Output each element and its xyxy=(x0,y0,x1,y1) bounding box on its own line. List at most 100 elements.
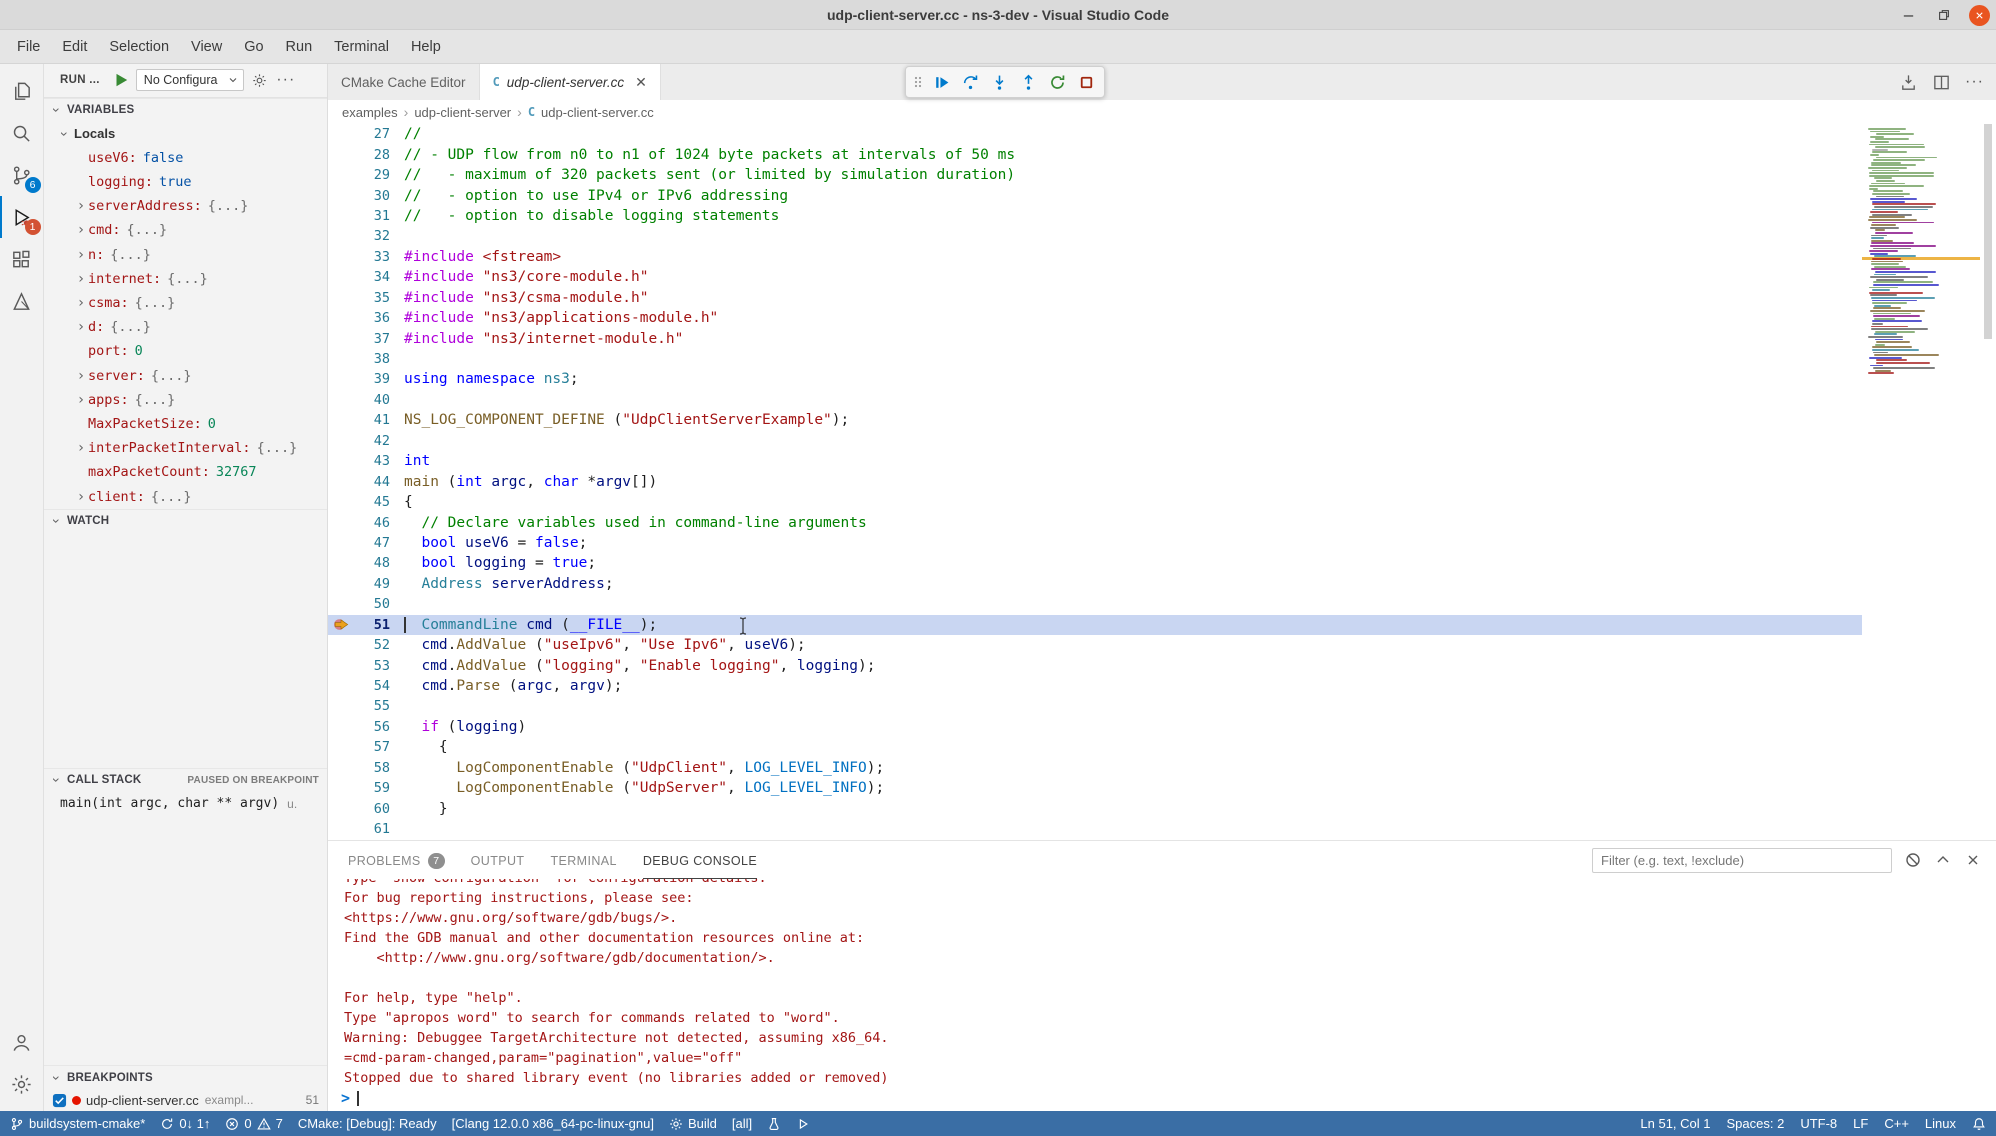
chevron-right-icon[interactable]: › xyxy=(74,440,88,456)
eol-status[interactable]: LF xyxy=(1853,1116,1868,1131)
breakpoint-gutter[interactable] xyxy=(328,431,354,451)
breadcrumb-udp-client-server[interactable]: udp-client-server xyxy=(414,105,511,120)
chevron-right-icon[interactable]: › xyxy=(74,489,88,505)
breakpoint-gutter[interactable] xyxy=(328,390,354,410)
cmake-build-target[interactable]: [all] xyxy=(732,1116,752,1131)
os-status[interactable]: Linux xyxy=(1925,1116,1956,1131)
breakpoint-gutter[interactable] xyxy=(328,226,354,246)
chevron-right-icon[interactable]: › xyxy=(74,247,88,263)
watch-section-header[interactable]: › WATCH xyxy=(44,509,327,533)
code-line-54[interactable]: 54 cmd.Parse (argc, argv); xyxy=(328,676,1996,696)
breakpoint-gutter[interactable] xyxy=(328,410,354,430)
indentation-status[interactable]: Spaces: 2 xyxy=(1727,1116,1785,1131)
code-line-56[interactable]: 56 if (logging) xyxy=(328,717,1996,737)
cmake-launch-button[interactable] xyxy=(796,1117,810,1131)
menu-item-help[interactable]: Help xyxy=(400,30,452,64)
breakpoint-gutter[interactable] xyxy=(328,553,354,573)
debug-gear-icon[interactable] xyxy=(250,70,270,90)
code-line-29[interactable]: 29// - maximum of 320 packets sent (or l… xyxy=(328,165,1996,185)
debug-current-line-icon[interactable] xyxy=(328,615,354,635)
code-line-48[interactable]: 48 bool logging = true; xyxy=(328,553,1996,573)
chevron-right-icon[interactable]: › xyxy=(74,222,88,238)
code-line-44[interactable]: 44main (int argc, char *argv[]) xyxy=(328,471,1996,491)
breakpoint-item[interactable]: udp-client-server.cc exampl... 51 xyxy=(44,1089,327,1111)
menu-item-file[interactable]: File xyxy=(6,30,51,64)
download-icon[interactable] xyxy=(1899,73,1918,92)
code-line-32[interactable]: 32 xyxy=(328,226,1996,246)
code-line-50[interactable]: 50 xyxy=(328,594,1996,614)
code-line-43[interactable]: 43int xyxy=(328,451,1996,471)
step-over-icon[interactable] xyxy=(957,69,983,95)
drag-handle-icon[interactable] xyxy=(911,69,925,95)
code-line-60[interactable]: 60 } xyxy=(328,798,1996,818)
breakpoints-section-header[interactable]: › BREAKPOINTS xyxy=(44,1065,327,1089)
variable-row-n[interactable]: ›n:{...} xyxy=(44,243,327,267)
cmake-kit[interactable]: [Clang 12.0.0 x86_64-pc-linux-gnu] xyxy=(452,1116,654,1131)
breadcrumb-file[interactable]: udp-client-server.cc xyxy=(541,105,654,120)
breakpoint-gutter[interactable] xyxy=(328,737,354,757)
language-mode-status[interactable]: C++ xyxy=(1884,1116,1909,1131)
code-line-61[interactable]: 61 xyxy=(328,819,1996,839)
debug-config-dropdown[interactable]: No Configura xyxy=(136,69,244,91)
variable-row-internet[interactable]: ›internet:{...} xyxy=(44,267,327,291)
breakpoint-gutter[interactable] xyxy=(328,676,354,696)
code-editor[interactable]: 27//28// - UDP flow from n0 to n1 of 102… xyxy=(328,124,1996,840)
tab-cmake-cache-editor[interactable]: CMake Cache Editor xyxy=(328,64,480,100)
code-line-37[interactable]: 37#include "ns3/internet-module.h" xyxy=(328,328,1996,348)
variable-row-cmd[interactable]: ›cmd:{...} xyxy=(44,218,327,242)
code-line-35[interactable]: 35#include "ns3/csma-module.h" xyxy=(328,288,1996,308)
code-line-36[interactable]: 36#include "ns3/applications-module.h" xyxy=(328,308,1996,328)
code-line-41[interactable]: 41NS_LOG_COMPONENT_DEFINE ("UdpClientSer… xyxy=(328,410,1996,430)
menu-item-go[interactable]: Go xyxy=(233,30,274,64)
start-debug-button[interactable] xyxy=(112,71,130,89)
code-line-52[interactable]: 52 cmd.AddValue ("useIpv6", "Use Ipv6", … xyxy=(328,635,1996,655)
chevron-right-icon[interactable]: › xyxy=(74,319,88,335)
panel-tab-problems[interactable]: PROBLEMS 7 xyxy=(348,841,445,879)
breakpoint-gutter[interactable] xyxy=(328,144,354,164)
chevron-right-icon[interactable]: › xyxy=(74,368,88,384)
chevron-right-icon[interactable]: › xyxy=(74,271,88,287)
code-line-51[interactable]: 51 CommandLine cmd (__FILE__); xyxy=(328,615,1996,635)
breakpoint-gutter[interactable] xyxy=(328,717,354,737)
explorer-icon[interactable] xyxy=(0,70,44,112)
chevron-right-icon[interactable]: › xyxy=(74,295,88,311)
breakpoint-gutter[interactable] xyxy=(328,165,354,185)
code-line-31[interactable]: 31// - option to disable logging stateme… xyxy=(328,206,1996,226)
code-line-38[interactable]: 38 xyxy=(328,349,1996,369)
code-line-46[interactable]: 46 // Declare variables used in command-… xyxy=(328,512,1996,532)
variable-row-useV6[interactable]: useV6:false xyxy=(44,146,327,170)
panel-tab-output[interactable]: OUTPUT xyxy=(471,841,525,879)
split-editor-icon[interactable] xyxy=(1932,73,1951,92)
breakpoint-gutter[interactable] xyxy=(328,778,354,798)
code-line-55[interactable]: 55 xyxy=(328,696,1996,716)
git-sync-status[interactable]: 0↓ 1↑ xyxy=(160,1116,210,1131)
code-line-34[interactable]: 34#include "ns3/core-module.h" xyxy=(328,267,1996,287)
breakpoint-gutter[interactable] xyxy=(328,267,354,287)
variable-row-server[interactable]: ›server:{...} xyxy=(44,363,327,387)
breakpoint-gutter[interactable] xyxy=(328,492,354,512)
git-branch-status[interactable]: buildsystem-cmake* xyxy=(10,1116,145,1131)
breakpoint-checkbox[interactable] xyxy=(52,1093,67,1108)
menu-item-selection[interactable]: Selection xyxy=(98,30,180,64)
variable-row-apps[interactable]: ›apps:{...} xyxy=(44,388,327,412)
breakpoint-gutter[interactable] xyxy=(328,451,354,471)
breakpoint-gutter[interactable] xyxy=(328,655,354,675)
continue-icon[interactable] xyxy=(928,69,954,95)
breakpoint-gutter[interactable] xyxy=(328,574,354,594)
breakpoint-gutter[interactable] xyxy=(328,349,354,369)
breadcrumb-examples[interactable]: examples xyxy=(342,105,398,120)
cmake-status[interactable]: CMake: [Debug]: Ready xyxy=(298,1116,437,1131)
debug-console-input[interactable]: > xyxy=(328,1085,1996,1111)
variables-section-header[interactable]: › VARIABLES xyxy=(44,98,327,122)
settings-gear-icon[interactable] xyxy=(0,1063,44,1105)
maximize-panel-icon[interactable] xyxy=(1934,851,1952,869)
close-panel-icon[interactable] xyxy=(1964,851,1982,869)
notifications-status[interactable] xyxy=(1972,1117,1986,1131)
variable-row-interPacketInterval[interactable]: ›interPacketInterval:{...} xyxy=(44,436,327,460)
code-line-53[interactable]: 53 cmd.AddValue ("logging", "Enable logg… xyxy=(328,655,1996,675)
extensions-icon[interactable] xyxy=(0,238,44,280)
menu-item-edit[interactable]: Edit xyxy=(51,30,98,64)
variable-row-maxPacketCount[interactable]: maxPacketCount:32767 xyxy=(44,460,327,484)
console-filter-input[interactable] xyxy=(1592,848,1892,873)
minimap[interactable] xyxy=(1862,124,1980,840)
